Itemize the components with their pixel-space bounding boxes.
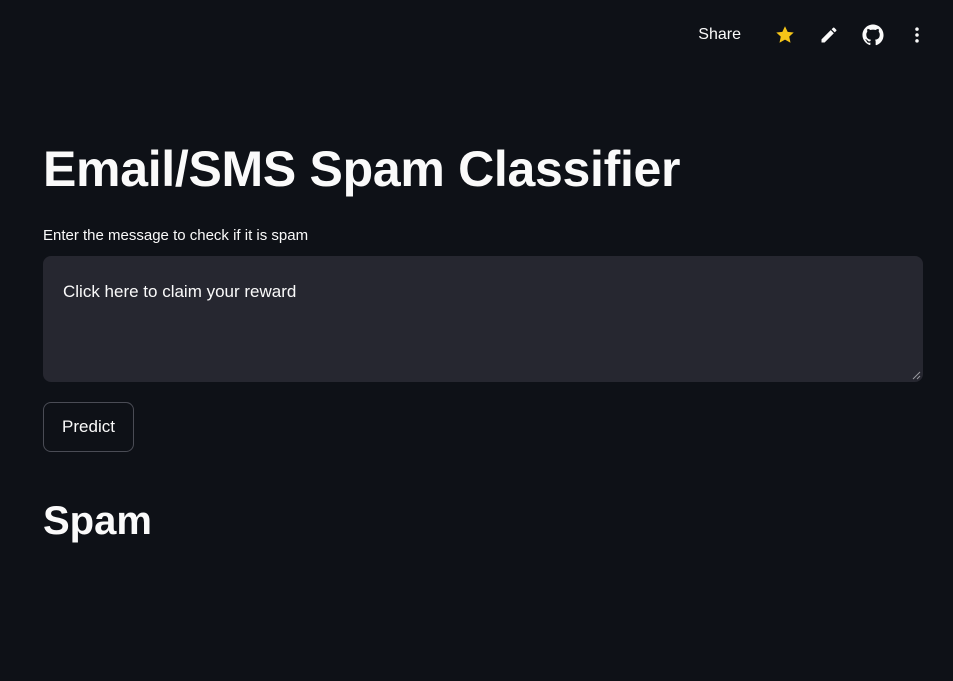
page-title: Email/SMS Spam Classifier <box>43 141 681 197</box>
star-icon[interactable] <box>767 17 803 53</box>
message-textarea-container: Click here to claim your reward <box>43 256 923 382</box>
streamlit-app: Share Email/SMS Spam Classifier Enter th… <box>0 0 953 681</box>
predict-button[interactable]: Predict <box>43 402 134 452</box>
prediction-result: Spam <box>43 499 152 543</box>
message-input-label: Enter the message to check if it is spam <box>43 227 309 244</box>
pencil-icon[interactable] <box>811 17 847 53</box>
resize-handle-icon[interactable] <box>911 370 921 380</box>
more-vertical-icon[interactable] <box>899 17 935 53</box>
message-input[interactable]: Click here to claim your reward <box>43 256 923 382</box>
share-button[interactable]: Share <box>694 22 745 48</box>
github-icon[interactable] <box>855 17 891 53</box>
app-toolbar: Share <box>694 16 935 54</box>
